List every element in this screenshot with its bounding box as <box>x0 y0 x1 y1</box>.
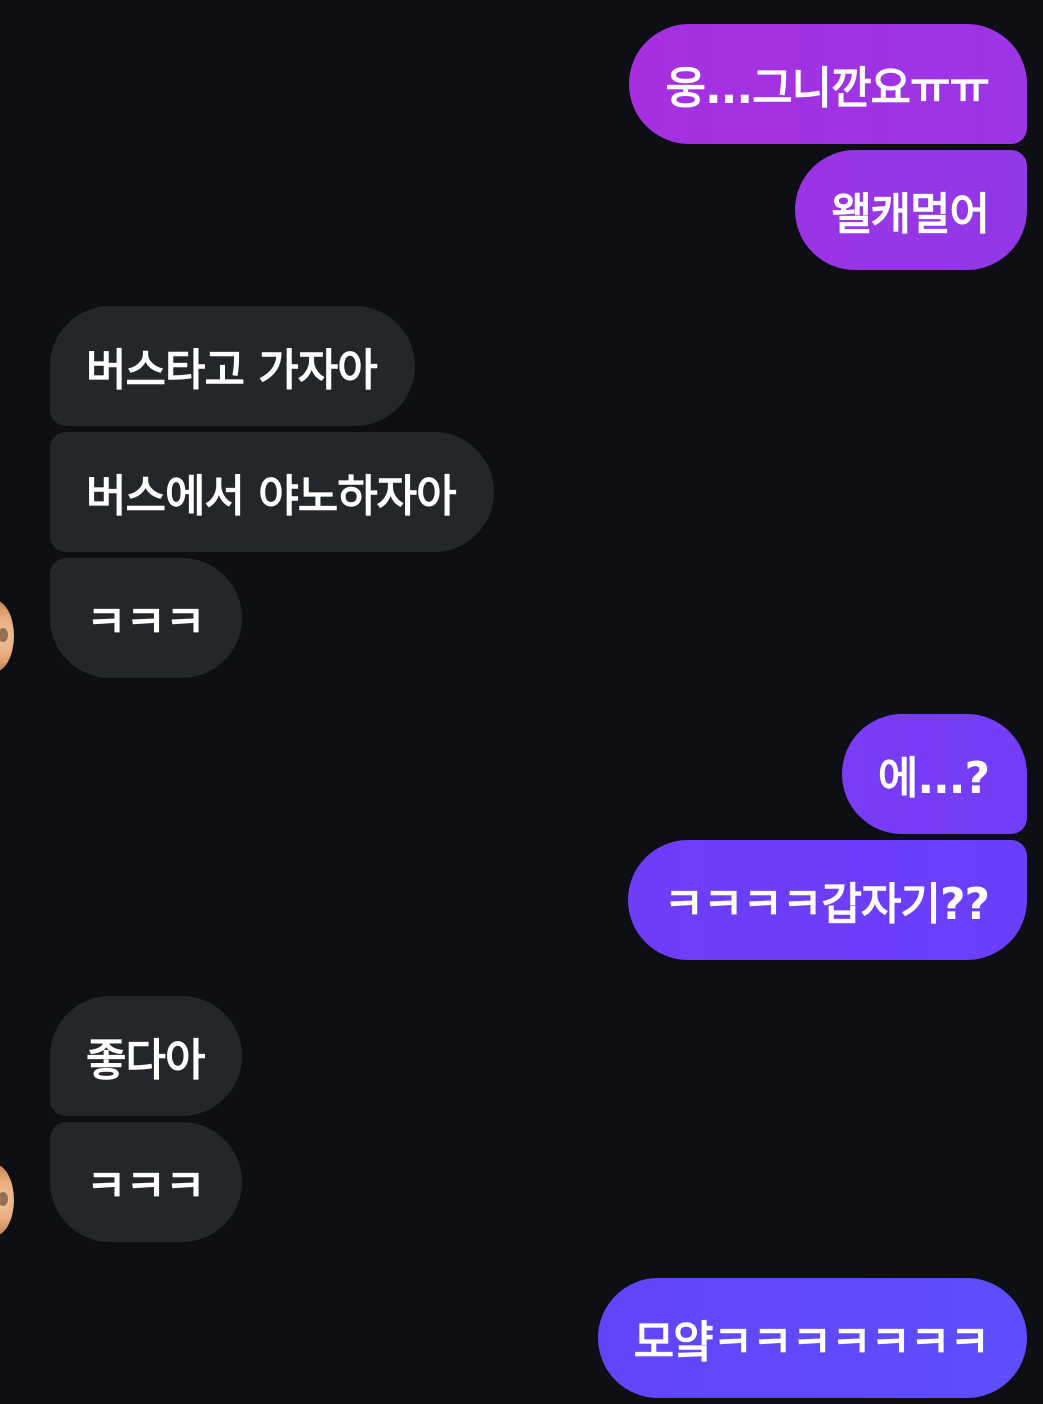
message-text: 왤캐멀어 <box>831 189 990 240</box>
message-text: 웅...그니깐요ㅠㅠ <box>665 63 990 114</box>
message-text: 모얔ㅋㅋㅋㅋㅋㅋㅋ <box>633 1317 990 1368</box>
message-text: 버스에서 야노하자아 <box>86 471 457 522</box>
message-text: ㅋㅋㅋ <box>86 597 205 648</box>
incoming-message[interactable]: 버스에서 야노하자아 <box>50 432 494 552</box>
message-text: 에...? <box>877 753 990 804</box>
message-text: ㅋㅋㅋㅋ갑자기?? <box>663 879 990 930</box>
incoming-message[interactable]: 버스타고 가자아 <box>50 306 415 426</box>
outgoing-message[interactable]: 웅...그니깐요ㅠㅠ <box>629 24 1027 144</box>
outgoing-message[interactable]: 에...? <box>841 714 1027 834</box>
message-text: ㅋㅋㅋ <box>86 1161 205 1212</box>
incoming-message[interactable]: ㅋㅋㅋ <box>50 1122 243 1242</box>
outgoing-message[interactable]: 왤캐멀어 <box>795 150 1027 270</box>
message-text: 버스타고 가자아 <box>86 345 378 396</box>
message-text: 좋다아 <box>86 1035 205 1086</box>
outgoing-message[interactable]: ㅋㅋㅋㅋ갑자기?? <box>627 840 1027 960</box>
avatar[interactable] <box>0 1164 14 1236</box>
outgoing-message[interactable]: 모얔ㅋㅋㅋㅋㅋㅋㅋ <box>597 1278 1027 1398</box>
incoming-message[interactable]: ㅋㅋㅋ <box>50 558 243 678</box>
incoming-message[interactable]: 좋다아 <box>50 996 243 1116</box>
avatar[interactable] <box>0 600 14 672</box>
